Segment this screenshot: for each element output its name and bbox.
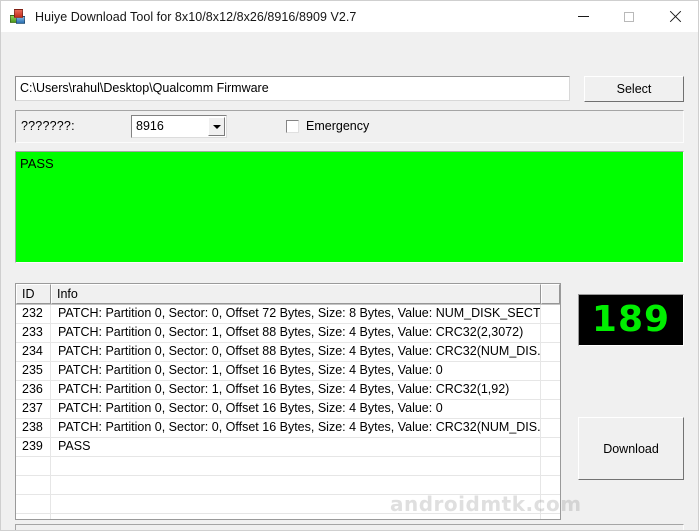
log-row-spacer: [541, 324, 560, 342]
log-row-info: PATCH: Partition 0, Sector: 1, Offset 16…: [51, 381, 541, 399]
emergency-checkbox-row[interactable]: Emergency: [286, 119, 369, 133]
counter-value: 189: [592, 302, 670, 338]
download-button[interactable]: Download: [578, 417, 684, 480]
log-row[interactable]: 237PATCH: Partition 0, Sector: 0, Offset…: [16, 400, 560, 419]
log-row-id: 237: [16, 400, 51, 418]
log-row[interactable]: 234PATCH: Partition 0, Sector: 0, Offset…: [16, 343, 560, 362]
status-panel: PASS: [15, 151, 684, 263]
log-row[interactable]: 233PATCH: Partition 0, Sector: 1, Offset…: [16, 324, 560, 343]
close-icon: [669, 10, 682, 23]
log-column-header-id[interactable]: ID: [16, 284, 51, 304]
log-row-spacer: [541, 419, 560, 437]
maximize-icon: [624, 12, 634, 22]
chip-model-value: 8916: [136, 118, 164, 135]
client-area: C:\Users\rahul\Desktop\Qualcomm Firmware…: [1, 33, 698, 531]
application-window: Huiye Download Tool for 8x10/8x12/8x26/8…: [0, 0, 699, 531]
log-row-empty-cell: [51, 457, 541, 475]
log-row-empty-cell: [51, 514, 541, 520]
close-button[interactable]: [652, 1, 698, 32]
log-row-empty[interactable]: [16, 495, 560, 514]
log-row-empty-cell: [16, 495, 51, 513]
log-row-empty-cell: [51, 495, 541, 513]
log-row-empty-cell: [541, 457, 560, 475]
log-row-spacer: [541, 400, 560, 418]
log-row-empty-cell: [16, 457, 51, 475]
log-row[interactable]: 232PATCH: Partition 0, Sector: 0, Offset…: [16, 305, 560, 324]
log-row-info: PATCH: Partition 0, Sector: 0, Offset 88…: [51, 343, 541, 361]
chip-model-select[interactable]: 8916: [131, 115, 227, 138]
log-row-empty[interactable]: [16, 457, 560, 476]
log-row-empty-cell: [541, 476, 560, 494]
log-row-id: 235: [16, 362, 51, 380]
log-header-row: ID Info: [16, 284, 560, 305]
log-row-id: 238: [16, 419, 51, 437]
minimize-button[interactable]: [560, 1, 606, 32]
log-row-info: PASS: [51, 438, 541, 456]
log-row[interactable]: 238PATCH: Partition 0, Sector: 0, Offset…: [16, 419, 560, 438]
log-row[interactable]: 239PASS: [16, 438, 560, 457]
log-row-info: PATCH: Partition 0, Sector: 0, Offset 16…: [51, 400, 541, 418]
maximize-button[interactable]: [606, 1, 652, 32]
bottom-status-panel: [15, 524, 684, 531]
log-row-id: 239: [16, 438, 51, 456]
app-icon: [10, 9, 26, 25]
minimize-icon: [578, 16, 589, 17]
log-row-id: 236: [16, 381, 51, 399]
log-row-empty-cell: [541, 495, 560, 513]
log-body: 232PATCH: Partition 0, Sector: 0, Offset…: [16, 305, 560, 520]
emergency-label: Emergency: [306, 119, 369, 133]
log-row-info: PATCH: Partition 0, Sector: 0, Offset 16…: [51, 419, 541, 437]
chevron-down-icon[interactable]: [208, 117, 225, 136]
title-bar: Huiye Download Tool for 8x10/8x12/8x26/8…: [1, 1, 698, 33]
log-row-empty-cell: [51, 476, 541, 494]
firmware-path-input[interactable]: C:\Users\rahul\Desktop\Qualcomm Firmware: [15, 76, 570, 101]
log-row-spacer: [541, 381, 560, 399]
select-button[interactable]: Select: [584, 76, 684, 102]
log-row-spacer: [541, 362, 560, 380]
log-row-empty[interactable]: [16, 476, 560, 495]
log-row-info: PATCH: Partition 0, Sector: 1, Offset 88…: [51, 324, 541, 342]
log-row-spacer: [541, 343, 560, 361]
log-row-spacer: [541, 438, 560, 456]
log-column-header-spacer[interactable]: [541, 284, 560, 304]
log-row-empty-cell: [16, 514, 51, 520]
log-row-info: PATCH: Partition 0, Sector: 0, Offset 72…: [51, 305, 541, 323]
log-row-spacer: [541, 305, 560, 323]
log-row-info: PATCH: Partition 0, Sector: 1, Offset 16…: [51, 362, 541, 380]
log-row-empty-cell: [16, 476, 51, 494]
log-list[interactable]: ID Info 232PATCH: Partition 0, Sector: 0…: [15, 283, 561, 520]
options-panel: ???????: 8916 Emergency: [15, 110, 684, 143]
log-row[interactable]: 236PATCH: Partition 0, Sector: 1, Offset…: [16, 381, 560, 400]
log-row-id: 233: [16, 324, 51, 342]
log-row-id: 234: [16, 343, 51, 361]
counter-display: 189: [578, 294, 684, 346]
log-column-header-info[interactable]: Info: [51, 284, 541, 304]
log-row-empty-cell: [541, 514, 560, 520]
status-text: PASS: [20, 156, 54, 171]
window-controls: [560, 1, 698, 32]
chip-model-label: ???????:: [21, 119, 75, 133]
log-row-id: 232: [16, 305, 51, 323]
window-title: Huiye Download Tool for 8x10/8x12/8x26/8…: [35, 10, 356, 24]
log-row-empty[interactable]: [16, 514, 560, 520]
log-row[interactable]: 235PATCH: Partition 0, Sector: 1, Offset…: [16, 362, 560, 381]
emergency-checkbox[interactable]: [286, 120, 299, 133]
